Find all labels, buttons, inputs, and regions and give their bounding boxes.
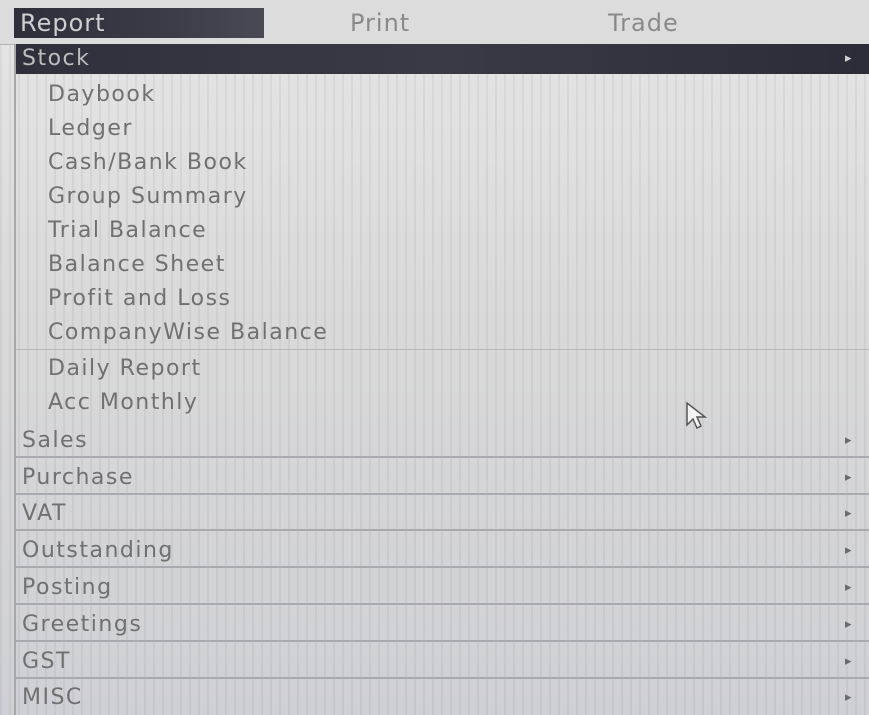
menu-item-label: CompanyWise Balance xyxy=(48,320,329,345)
menu-item-label: Stock xyxy=(22,46,91,71)
menu-item-label: Daybook xyxy=(48,82,156,107)
menu-item-label: Daily Report xyxy=(48,356,202,381)
menu-trade[interactable]: Trade xyxy=(608,8,748,38)
menu-item-label: GST xyxy=(22,649,71,674)
menu-item-companywise-balance[interactable]: CompanyWise Balance xyxy=(16,316,869,350)
menu-item-misc[interactable]: MISC ▸ xyxy=(16,681,869,715)
menu-item-daily-report[interactable]: Daily Report xyxy=(16,352,869,386)
chevron-right-icon: ▸ xyxy=(844,433,853,448)
chevron-right-icon: ▸ xyxy=(844,470,853,485)
menu-item-gst[interactable]: GST ▸ xyxy=(16,645,869,679)
menu-bar: Report Print Trade xyxy=(0,0,869,45)
menu-item-acc-monthly[interactable]: Acc Monthly xyxy=(16,386,869,420)
menu-item-daybook[interactable]: Daybook xyxy=(16,78,869,112)
screen: Report Print Trade Stock ▸ Daybook Ledge… xyxy=(0,0,869,715)
menu-item-purchase[interactable]: Purchase ▸ xyxy=(16,461,869,495)
mouse-pointer-icon xyxy=(686,401,708,430)
menu-item-label: Cash/Bank Book xyxy=(48,150,248,175)
chevron-right-icon: ▸ xyxy=(844,690,853,705)
menu-item-trial-balance[interactable]: Trial Balance xyxy=(16,214,869,248)
menu-item-posting[interactable]: Posting ▸ xyxy=(16,571,869,605)
menu-item-label: Greetings xyxy=(22,612,143,637)
chevron-right-icon: ▸ xyxy=(844,617,853,632)
menu-item-profit-and-loss[interactable]: Profit and Loss xyxy=(16,282,869,316)
menu-item-label: Posting xyxy=(22,575,113,600)
menu-item-balance-sheet[interactable]: Balance Sheet xyxy=(16,248,869,282)
chevron-right-icon: ▸ xyxy=(844,654,853,669)
menu-item-vat[interactable]: VAT ▸ xyxy=(16,497,869,531)
menu-print[interactable]: Print xyxy=(350,8,470,38)
menu-item-label: Purchase xyxy=(22,465,134,490)
menu-item-cash-bank-book[interactable]: Cash/Bank Book xyxy=(16,146,869,180)
menu-item-stock[interactable]: Stock ▸ xyxy=(16,44,869,74)
menu-item-label: Profit and Loss xyxy=(48,286,232,311)
chevron-right-icon: ▸ xyxy=(844,51,853,66)
report-dropdown-menu: Stock ▸ Daybook Ledger Cash/Bank Book Gr… xyxy=(14,44,869,715)
menu-item-label: Group Summary xyxy=(48,184,248,209)
menu-item-label: Ledger xyxy=(48,116,133,141)
menu-item-label: VAT xyxy=(22,501,67,526)
menu-item-label: Acc Monthly xyxy=(48,390,199,415)
menu-item-label: Balance Sheet xyxy=(48,252,226,277)
menu-item-group-summary[interactable]: Group Summary xyxy=(16,180,869,214)
menu-report[interactable]: Report xyxy=(14,8,264,38)
menu-item-ledger[interactable]: Ledger xyxy=(16,112,869,146)
menu-item-label: Outstanding xyxy=(22,538,174,563)
menu-item-label: Sales xyxy=(22,428,89,453)
menu-item-label: MISC xyxy=(22,685,83,710)
chevron-right-icon: ▸ xyxy=(844,543,853,558)
menu-item-sales[interactable]: Sales ▸ xyxy=(16,424,869,458)
menu-item-greetings[interactable]: Greetings ▸ xyxy=(16,608,869,642)
menu-item-label: Trial Balance xyxy=(48,218,208,243)
chevron-right-icon: ▸ xyxy=(844,580,853,595)
menu-item-outstanding[interactable]: Outstanding ▸ xyxy=(16,534,869,568)
chevron-right-icon: ▸ xyxy=(844,506,853,521)
